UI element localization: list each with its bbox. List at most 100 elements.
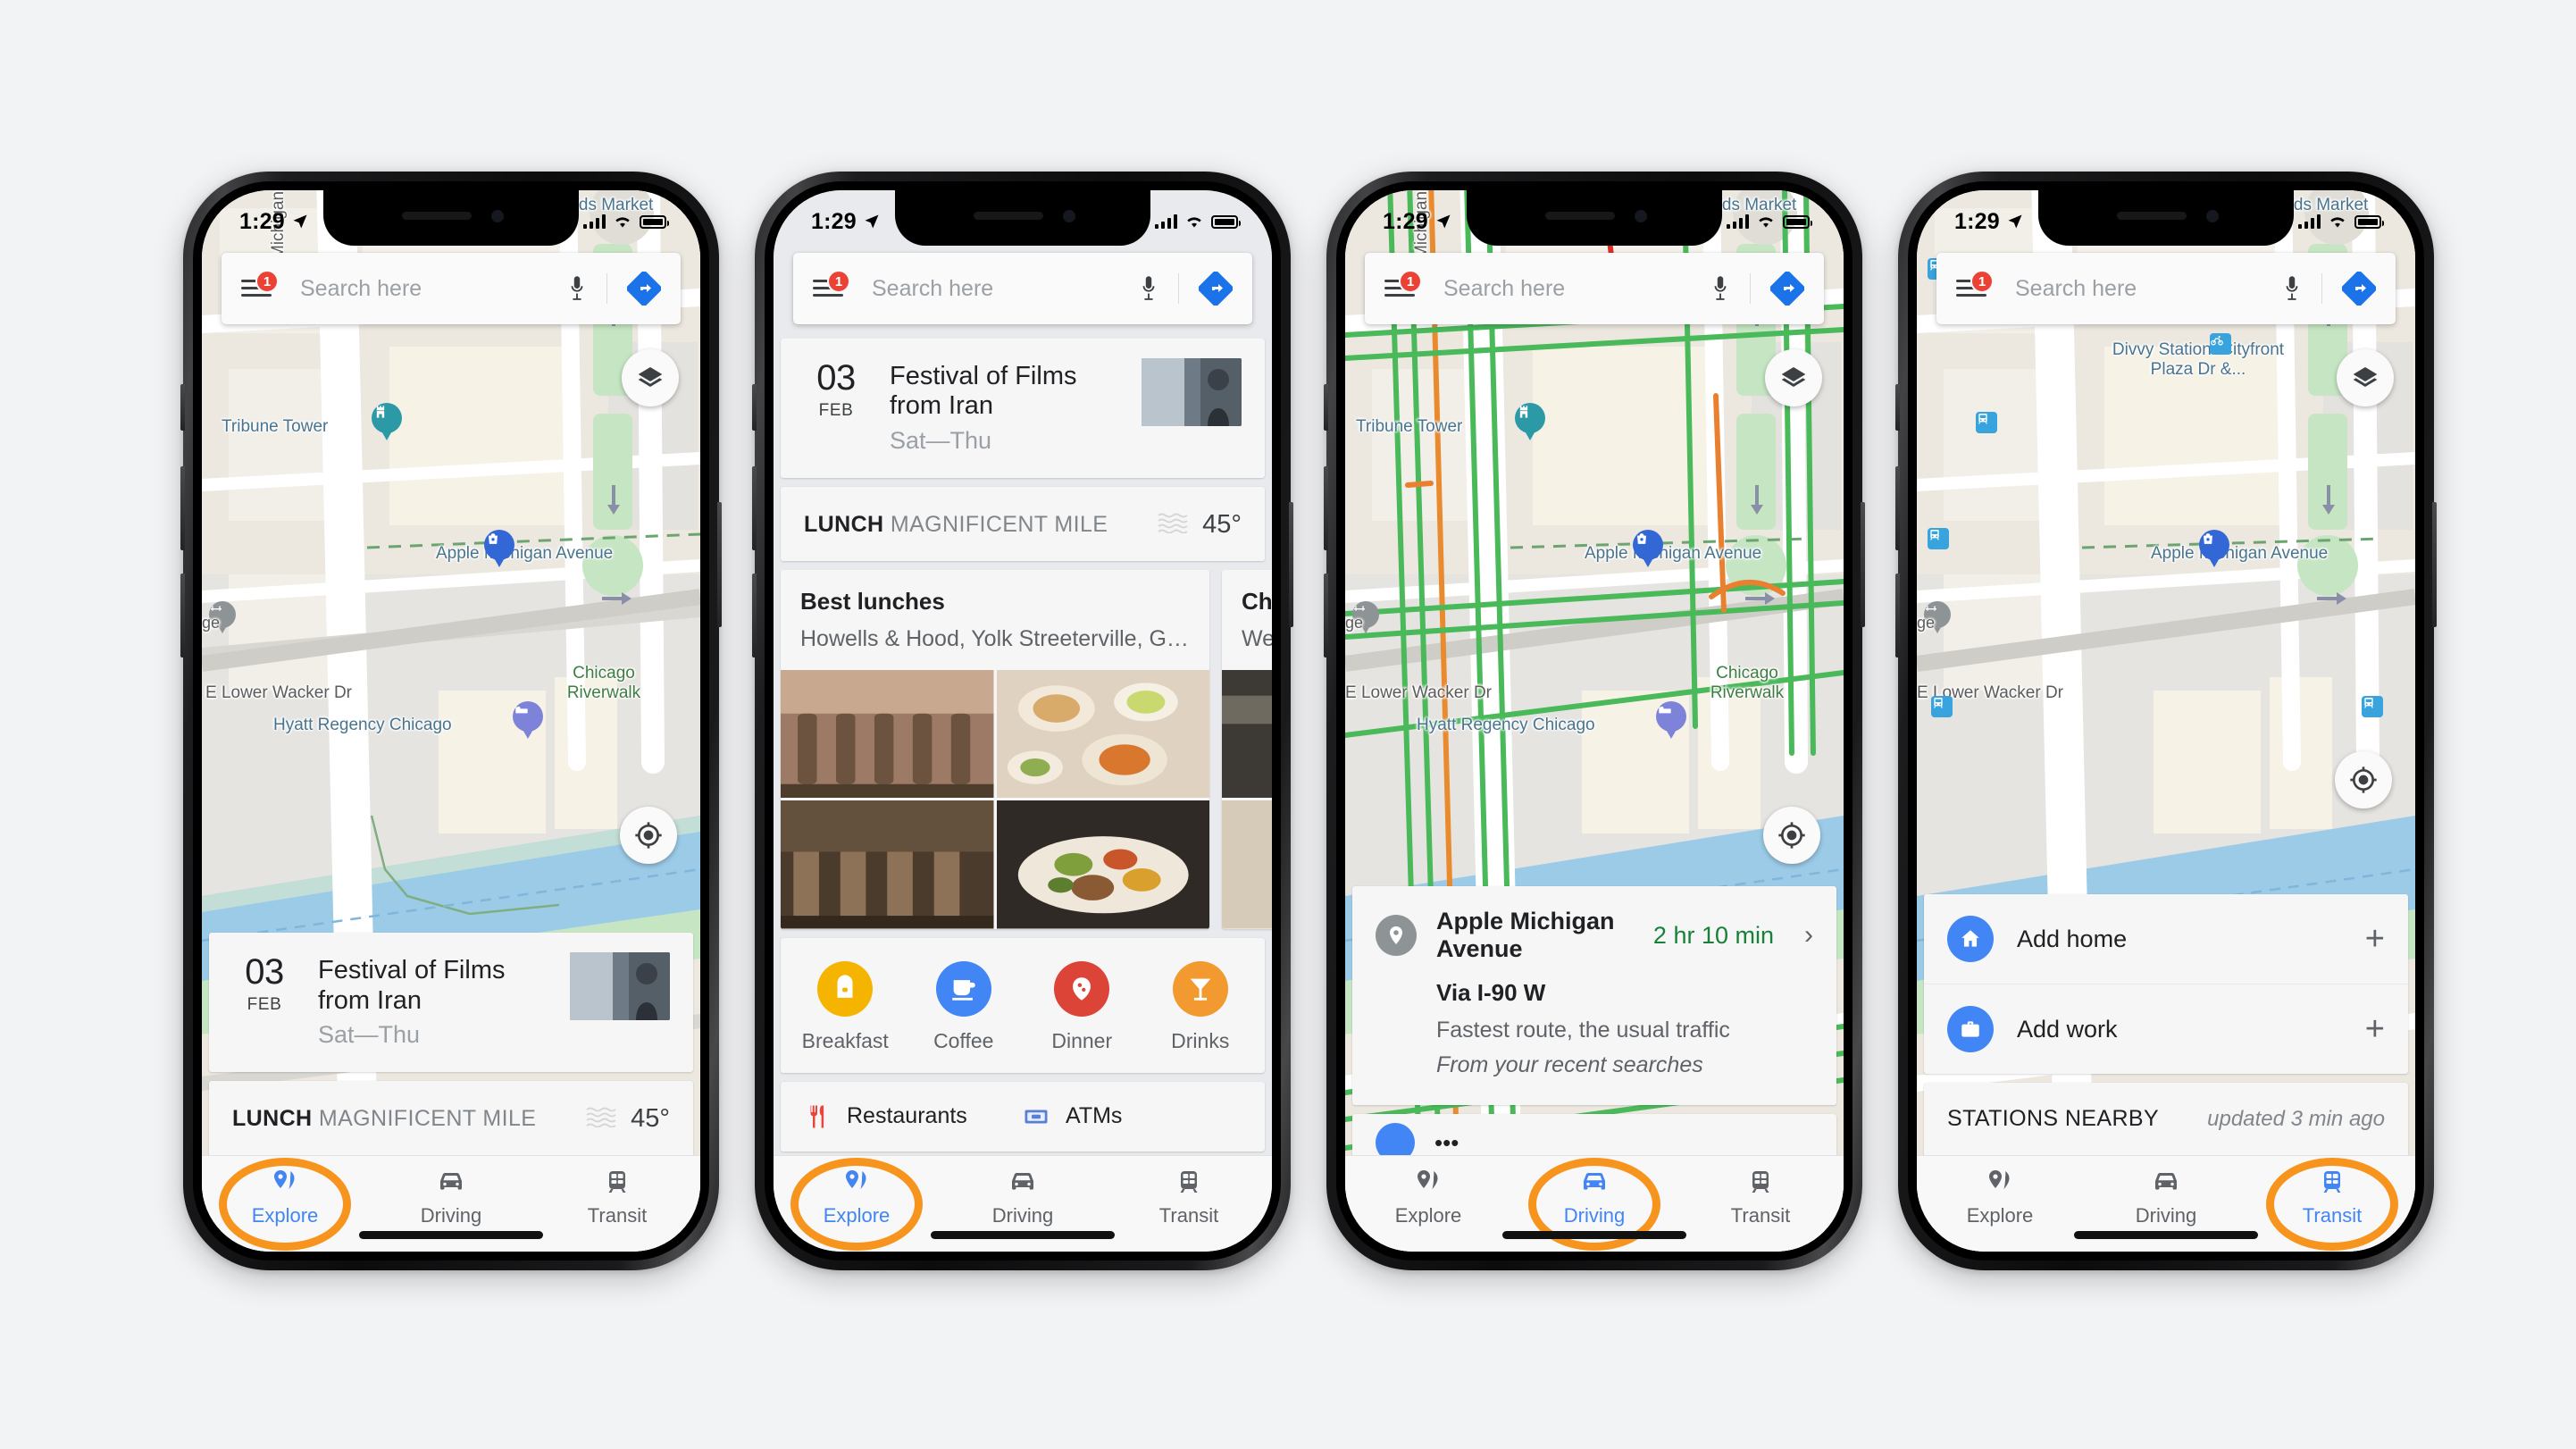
car-icon [2155, 1173, 2177, 1190]
tab-driving[interactable]: Driving [1511, 1158, 1677, 1251]
menu-icon[interactable]: 1 [241, 270, 279, 302]
briefcase-icon [1947, 1006, 1994, 1052]
screenshot-stage: Whole Foods Market N Michigan Ave E Illi… [0, 0, 2576, 1449]
apple-store-pin[interactable] [1633, 530, 1663, 569]
tab-transit[interactable]: Transit [2249, 1158, 2415, 1251]
tab-driving[interactable]: Driving [940, 1168, 1106, 1227]
add-work-row[interactable]: Add work + [1924, 984, 2408, 1074]
tab-explore[interactable]: Explore [1345, 1168, 1511, 1227]
map-layers-button-4[interactable] [2337, 349, 2394, 406]
tab-explore[interactable]: Explore [202, 1158, 368, 1251]
directions-icon[interactable] [2341, 271, 2377, 306]
lunch-header: LUNCH MAGNIFICENT MILE [804, 512, 1108, 538]
directions-icon[interactable] [1198, 271, 1234, 306]
chip-restaurants[interactable]: Restaurants [804, 1103, 1023, 1130]
map-layers-button-3[interactable] [1765, 349, 1822, 406]
map-layers-button-1[interactable] [622, 349, 679, 406]
home-indicator-3[interactable] [1502, 1231, 1686, 1239]
add-work-plus-icon[interactable]: + [2365, 1012, 2385, 1046]
stations-nearby-card[interactable]: STATIONS NEARBY updated 3 min ago [1924, 1083, 2408, 1155]
bridge-pin[interactable] [1352, 601, 1379, 637]
menu-icon[interactable]: 1 [813, 270, 850, 302]
quick-action-breakfast[interactable]: Breakfast [786, 960, 905, 1053]
bus-stop-icon[interactable] [2362, 696, 2383, 717]
search-input-placeholder[interactable]: Search here [2015, 276, 2282, 302]
search-bar-1[interactable]: 1 Search here [222, 253, 681, 324]
event-card-2[interactable]: 03 FEB Festival of Films from Iran Sat—T… [781, 339, 1265, 478]
menu-icon[interactable]: 1 [1384, 270, 1422, 302]
directions-icon[interactable] [626, 271, 662, 306]
bike-station-icon[interactable] [2210, 333, 2231, 355]
route-destination: Apple Michigan Avenue [1436, 908, 1615, 962]
search-bar-2[interactable]: 1 Search here [793, 253, 1252, 324]
directions-icon[interactable] [1769, 271, 1805, 306]
tab-label-transit: Transit [587, 1204, 648, 1227]
route-eta: 2 hr 10 min [1652, 921, 1774, 949]
quick-actions-card[interactable]: Breakfast Coffee Dinner Drinks [781, 937, 1265, 1073]
carousel-card-cheap-eats[interactable]: Cheap eats West... [1222, 569, 1272, 929]
search-input-placeholder[interactable]: Search here [300, 276, 567, 302]
tab-transit[interactable]: Transit [534, 1168, 700, 1227]
add-home-plus-icon[interactable]: + [2365, 922, 2385, 956]
tribune-tower-pin[interactable] [1515, 403, 1545, 442]
add-home-row[interactable]: Add home + [1924, 894, 2408, 984]
microphone-icon[interactable] [1139, 273, 1158, 304]
apple-store-pin[interactable] [484, 530, 514, 569]
tab-driving[interactable]: Driving [368, 1168, 534, 1227]
chips-card[interactable]: Restaurants ATMs [781, 1081, 1265, 1152]
my-location-button-4[interactable] [2335, 751, 2392, 808]
my-location-button-1[interactable] [620, 807, 677, 864]
lunch-header: LUNCH MAGNIFICENT MILE [232, 1106, 536, 1132]
event-card-1[interactable]: 03 FEB Festival of Films from Iran Sat—T… [209, 933, 693, 1072]
my-location-button-3[interactable] [1763, 807, 1820, 864]
quick-action-drinks[interactable]: Drinks [1142, 960, 1260, 1053]
search-bar-3[interactable]: 1 Search here [1365, 253, 1824, 324]
menu-icon[interactable]: 1 [1956, 270, 1994, 302]
tab-transit[interactable]: Transit [1106, 1168, 1272, 1227]
carousel-title: Cheap eats [1242, 587, 1272, 615]
temperature: 45° [1202, 509, 1242, 539]
tab-label-explore: Explore [251, 1204, 319, 1227]
explore-content-2[interactable]: 03 FEB Festival of Films from Iran Sat—T… [774, 339, 1272, 1155]
tribune-tower-pin[interactable] [372, 403, 402, 442]
event-day: 03 [245, 952, 284, 993]
tab-driving[interactable]: Driving [2083, 1168, 2249, 1227]
train-icon [2323, 1171, 2341, 1193]
transit-shortcuts-card[interactable]: Add home + Add work + [1924, 894, 2408, 1074]
tab-explore[interactable]: Explore [1917, 1168, 2083, 1227]
home-indicator-4[interactable] [2074, 1231, 2258, 1239]
apple-store-pin[interactable] [2199, 530, 2229, 569]
home-indicator-2[interactable] [931, 1231, 1115, 1239]
driving-next-row-peek[interactable]: ••• [1352, 1114, 1836, 1155]
hyatt-pin[interactable] [1656, 701, 1686, 741]
chip-atms[interactable]: ATMs [1023, 1103, 1242, 1130]
home-indicator-1[interactable] [359, 1231, 543, 1239]
tab-explore[interactable]: Explore [774, 1158, 940, 1251]
fog-weather-icon [1158, 512, 1188, 538]
bus-stop-icon[interactable] [1928, 528, 1949, 549]
lunch-section-header-2[interactable]: LUNCH MAGNIFICENT MILE 45° [781, 486, 1265, 561]
train-icon [1180, 1171, 1198, 1193]
lunch-carousel[interactable]: Best lunches Howells & Hood, Yolk Street… [774, 569, 1272, 929]
driving-route-card[interactable]: Apple Michigan Avenue 2 hr 10 min › Via … [1352, 886, 1836, 1105]
search-input-placeholder[interactable]: Search here [1443, 276, 1710, 302]
hyatt-pin[interactable] [513, 701, 543, 741]
bridge-pin[interactable] [1924, 601, 1951, 637]
fog-weather-icon [586, 1106, 616, 1132]
bus-stop-icon[interactable] [1976, 412, 1997, 433]
quick-action-coffee[interactable]: Coffee [905, 960, 1024, 1053]
tab-transit[interactable]: Transit [1677, 1168, 1844, 1227]
microphone-icon[interactable] [1710, 273, 1730, 304]
bridge-pin[interactable] [209, 601, 236, 637]
quick-action-dinner[interactable]: Dinner [1023, 960, 1142, 1053]
lunch-section-card-1[interactable]: LUNCH MAGNIFICENT MILE 45° [209, 1081, 693, 1155]
microphone-icon[interactable] [2282, 273, 2302, 304]
microphone-icon[interactable] [567, 273, 587, 304]
tab-label-driving: Driving [2135, 1204, 2197, 1227]
search-input-placeholder[interactable]: Search here [872, 276, 1139, 302]
train-icon [1752, 1171, 1769, 1193]
carousel-card-best-lunches[interactable]: Best lunches Howells & Hood, Yolk Street… [781, 569, 1209, 929]
bus-stop-icon[interactable] [1931, 696, 1953, 717]
chevron-right-icon[interactable]: › [1804, 920, 1813, 951]
search-bar-4[interactable]: 1 Search here [1936, 253, 2396, 324]
